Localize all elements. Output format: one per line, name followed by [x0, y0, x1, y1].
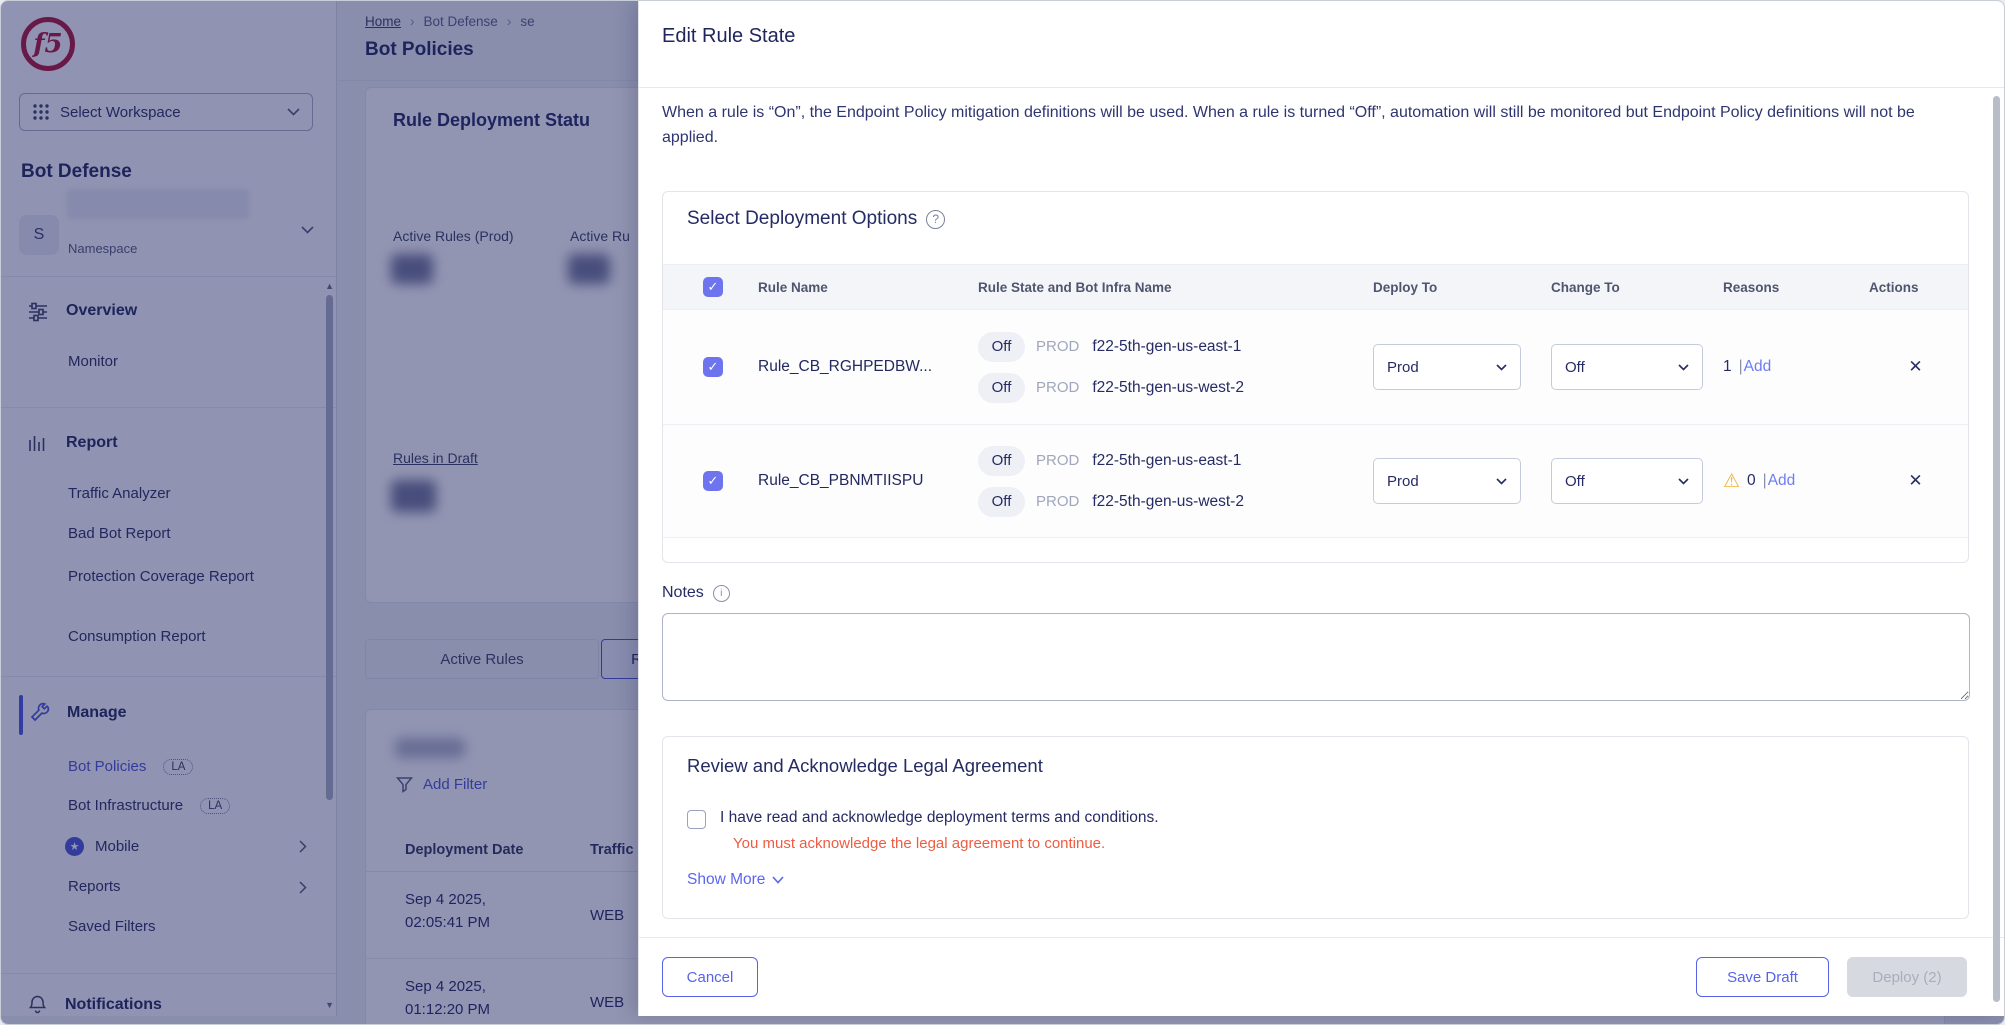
state-pill: Off: [978, 332, 1025, 362]
infra-name: f22-5th-gen-us-west-2: [1092, 493, 1244, 511]
select-all-checkbox[interactable]: ✓: [703, 277, 723, 297]
deploy-to-select[interactable]: Prod: [1373, 344, 1521, 390]
add-reason-link[interactable]: Add: [1768, 472, 1796, 490]
rule-name: Rule_CB_PBNMTIISPU: [758, 472, 978, 490]
add-reason-link[interactable]: Add: [1744, 358, 1772, 376]
info-icon[interactable]: i: [713, 585, 730, 602]
row-checkbox[interactable]: ✓: [703, 471, 723, 491]
modal-title: Edit Rule State: [662, 25, 795, 48]
infra-name: f22-5th-gen-us-east-1: [1092, 338, 1241, 356]
edit-rule-state-modal: Edit Rule State When a rule is “On”, the…: [638, 1, 2004, 1016]
deployment-options-section: Select Deployment Options ? ✓ Rule Name …: [662, 191, 1969, 563]
notes-label: Notes i: [662, 584, 730, 602]
env-label: PROD: [1036, 493, 1079, 510]
modal-footer: Cancel Save Draft Deploy (2): [639, 937, 2004, 1016]
show-more-link[interactable]: Show More: [687, 871, 784, 889]
column-change-to: Change To: [1551, 280, 1723, 295]
app-window: f5 Select Workspace Bot Defense S Namesp…: [0, 0, 2005, 1025]
column-deploy-to: Deploy To: [1373, 280, 1551, 295]
reasons-cell: 1 | Add: [1723, 358, 1863, 376]
table-header-row: ✓ Rule Name Rule State and Bot Infra Nam…: [663, 264, 1968, 310]
notes-textarea[interactable]: [662, 613, 1970, 701]
rule-name: Rule_CB_RGHPEDBW...: [758, 358, 978, 376]
column-rule-name: Rule Name: [758, 280, 978, 295]
modal-header: Edit Rule State: [639, 1, 2004, 88]
column-reasons: Reasons: [1723, 280, 1863, 295]
separator: |: [1739, 358, 1743, 376]
infra-name: f22-5th-gen-us-east-1: [1092, 452, 1241, 470]
env-label: PROD: [1036, 452, 1079, 469]
cancel-button[interactable]: Cancel: [662, 957, 758, 997]
reasons-cell: ⚠ 0 | Add: [1723, 470, 1863, 493]
warning-icon: ⚠: [1723, 470, 1740, 493]
state-pill: Off: [978, 487, 1025, 517]
section-heading: Select Deployment Options ?: [687, 208, 945, 230]
save-draft-button[interactable]: Save Draft: [1696, 957, 1829, 997]
row-checkbox[interactable]: ✓: [703, 357, 723, 377]
separator: |: [1763, 472, 1767, 490]
env-label: PROD: [1036, 338, 1079, 355]
remove-row-icon[interactable]: ✕: [1908, 357, 1922, 377]
section-heading: Review and Acknowledge Legal Agreement: [687, 755, 1043, 777]
deployment-options-table: ✓ Rule Name Rule State and Bot Infra Nam…: [663, 264, 1968, 538]
rule-row: ✓ Rule_CB_RGHPEDBW... Off PROD f22-5th-g…: [663, 310, 1968, 425]
rule-row: ✓ Rule_CB_PBNMTIISPU Off PROD f22-5th-ge…: [663, 425, 1968, 538]
change-to-select[interactable]: Off: [1551, 458, 1703, 504]
column-actions: Actions: [1863, 280, 1968, 295]
acknowledge-row: I have read and acknowledge deployment t…: [687, 809, 1159, 829]
legal-agreement-section: Review and Acknowledge Legal Agreement I…: [662, 736, 1969, 919]
deploy-button[interactable]: Deploy (2): [1847, 957, 1967, 997]
legal-error-text: You must acknowledge the legal agreement…: [733, 835, 1105, 852]
rule-states: Off PROD f22-5th-gen-us-east-1 Off PROD …: [978, 332, 1373, 403]
column-rule-state: Rule State and Bot Infra Name: [978, 280, 1373, 295]
state-pill: Off: [978, 446, 1025, 476]
deploy-to-select[interactable]: Prod: [1373, 458, 1521, 504]
modal-scrollbar[interactable]: [1993, 96, 2000, 1002]
remove-row-icon[interactable]: ✕: [1908, 471, 1922, 491]
reasons-count: 0: [1747, 472, 1756, 490]
infra-name: f22-5th-gen-us-west-2: [1092, 379, 1244, 397]
acknowledge-checkbox[interactable]: [687, 810, 706, 829]
change-to-select[interactable]: Off: [1551, 344, 1703, 390]
acknowledge-label: I have read and acknowledge deployment t…: [720, 809, 1159, 827]
help-icon[interactable]: ?: [926, 210, 945, 229]
rule-states: Off PROD f22-5th-gen-us-east-1 Off PROD …: [978, 446, 1373, 517]
modal-description: When a rule is “On”, the Endpoint Policy…: [662, 101, 1974, 151]
reasons-count: 1: [1723, 358, 1732, 376]
chevron-down-icon: [772, 876, 784, 884]
env-label: PROD: [1036, 379, 1079, 396]
state-pill: Off: [978, 373, 1025, 403]
